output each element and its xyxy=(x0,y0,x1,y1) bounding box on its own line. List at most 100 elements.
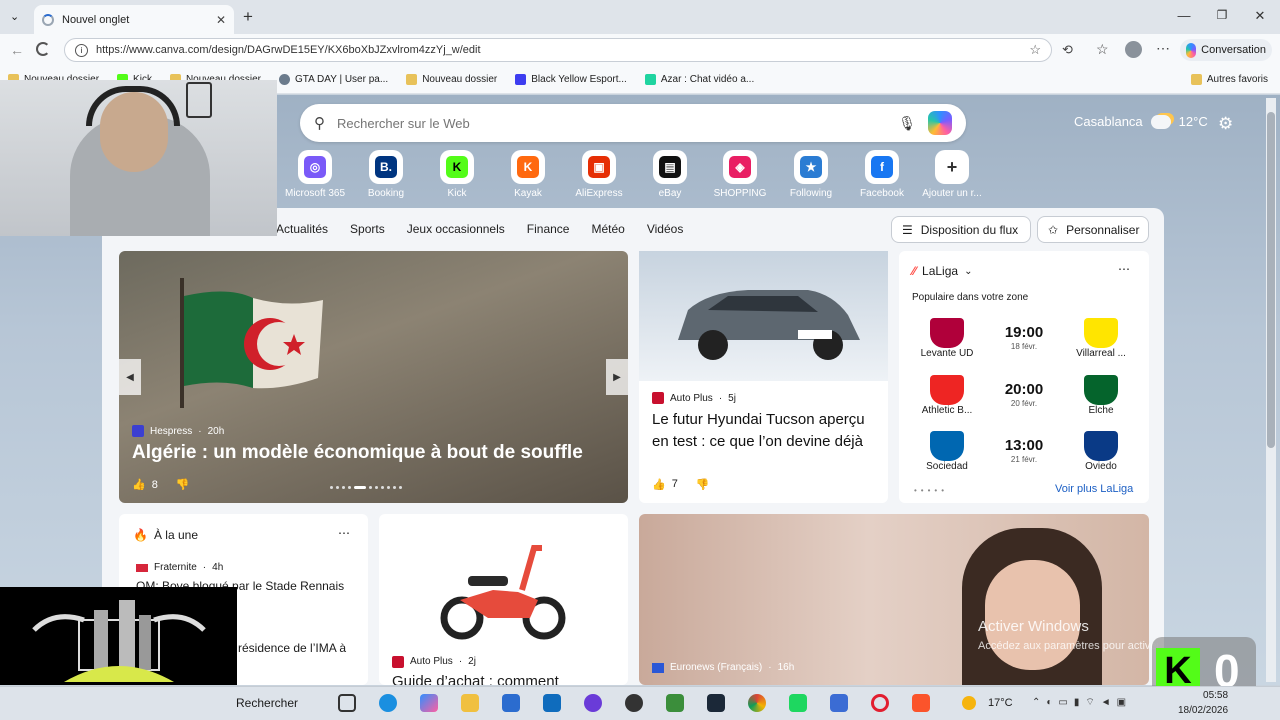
car-title[interactable]: Le futur Hyundai Tucson aperçu en test :… xyxy=(652,409,877,453)
microphone-icon[interactable]: 🎙 xyxy=(898,115,916,132)
task-view-icon[interactable] xyxy=(338,694,356,712)
feed-tab-jeux[interactable]: Jeux occasionnels xyxy=(407,222,505,236)
file-explorer-icon[interactable] xyxy=(461,694,479,712)
match-row[interactable]: Sociedad 13:00 21 févr. Oviedo xyxy=(912,427,1136,475)
following-star-icon: ★ xyxy=(800,156,822,178)
url-text[interactable]: https://www.canva.com/design/DAGrwDE15EY… xyxy=(96,44,1021,56)
window-close-icon[interactable]: ✕ xyxy=(1250,8,1270,24)
settings-gear-icon[interactable]: ⚙ xyxy=(1218,114,1233,134)
feed-nav: Actualités Sports Jeux occasionnels Fina… xyxy=(276,222,683,236)
weather-widget[interactable]: Casablanca 12°C xyxy=(1074,114,1208,129)
profile-avatar[interactable] xyxy=(1125,41,1142,58)
tab-new-tab[interactable]: Nouvel onglet ✕ xyxy=(34,5,234,34)
system-tray-icons[interactable]: ⌃◐▭▮⌔◄▣ xyxy=(1032,696,1132,709)
laliga-subtitle: Populaire dans votre zone xyxy=(912,292,1029,303)
taskbar-clock[interactable]: 05:58 18/02/2026 xyxy=(1178,688,1228,718)
match-row[interactable]: Levante UD 19:00 18 févr. Villarreal ... xyxy=(912,314,1136,362)
steam-icon[interactable] xyxy=(707,694,725,712)
chrome-icon[interactable] xyxy=(748,694,766,712)
feed-tab-sports[interactable]: Sports xyxy=(350,222,385,236)
hero-source: Hespress · 20h xyxy=(132,425,224,437)
maximize-icon[interactable]: ❐ xyxy=(1212,8,1232,22)
other-favorites[interactable]: Autres favoris xyxy=(1190,74,1268,85)
bookmark-item[interactable]: Black Yellow Esport... xyxy=(515,74,627,85)
tab-close-icon[interactable]: ✕ xyxy=(216,13,226,27)
sliders-icon: ☰ xyxy=(902,222,913,237)
quick-link-aliexpress[interactable]: ▣ AliExpress xyxy=(563,150,635,199)
feed-layout-button[interactable]: ☰ Disposition du flux xyxy=(891,216,1031,243)
quick-link-facebook[interactable]: f Facebook xyxy=(846,150,918,199)
facebook-icon: f xyxy=(871,156,893,178)
quick-link-microsoft-365[interactable]: ◎ Microsoft 365 xyxy=(279,150,351,199)
taskbar-weather[interactable]: 17°C xyxy=(988,697,1013,709)
favorite-star-icon[interactable]: ☆ xyxy=(1029,42,1041,58)
minimize-icon[interactable]: — xyxy=(1174,8,1194,23)
azar-icon xyxy=(644,74,656,85)
obs-icon[interactable] xyxy=(625,694,643,712)
mail-icon[interactable] xyxy=(543,694,561,712)
tab-actions-chevron-icon[interactable]: ⌄ xyxy=(10,10,19,23)
story-title[interactable]: résidence de l’IMA à xyxy=(238,641,346,655)
extensions-icon[interactable]: ⟲ xyxy=(1062,42,1073,58)
scrollbar-thumb[interactable] xyxy=(1267,112,1275,448)
store-icon[interactable] xyxy=(502,694,520,712)
app-icon[interactable] xyxy=(789,694,807,712)
oviedo-crest-icon xyxy=(1084,430,1118,461)
bookmark-item[interactable]: GTA DAY | User pa... xyxy=(279,74,388,85)
app-icon[interactable] xyxy=(830,694,848,712)
site-info-icon[interactable]: i xyxy=(75,43,88,57)
thumbs-down-icon[interactable]: 👎 xyxy=(696,478,710,491)
back-arrow-icon[interactable]: ← xyxy=(10,42,24,58)
quick-link-following[interactable]: ★ Following xyxy=(775,150,847,199)
quick-link-kayak[interactable]: K Kayak xyxy=(492,150,564,199)
favorites-icon[interactable]: ☆ xyxy=(1096,41,1109,58)
app-icon[interactable] xyxy=(584,694,602,712)
feed-tab-videos[interactable]: Vidéos xyxy=(647,222,683,236)
add-plus-icon: + xyxy=(941,156,963,178)
quick-link-booking[interactable]: B. Booking xyxy=(350,150,422,199)
hero-prev-arrow-icon[interactable]: ◀ xyxy=(119,359,141,395)
top-stories-header: 🔥 À la une xyxy=(133,528,198,542)
search-icon: ⚲ xyxy=(314,115,325,132)
more-menu-icon[interactable]: ⋯ xyxy=(1156,40,1170,57)
bookmark-item[interactable]: Nouveau dossier xyxy=(406,74,497,85)
brave-icon[interactable] xyxy=(912,694,930,712)
copilot-icon[interactable] xyxy=(928,111,952,135)
reload-icon[interactable] xyxy=(36,42,50,56)
quick-link-add[interactable]: + Ajouter un r... xyxy=(916,150,988,199)
algeria-flag-image xyxy=(180,278,323,408)
tab-title: Nouvel onglet xyxy=(62,13,130,26)
bookmark-item[interactable]: Azar : Chat vidéo a... xyxy=(644,74,754,85)
moto-title[interactable]: Guide d’achat : comment xyxy=(392,673,559,685)
folder-icon xyxy=(406,74,418,85)
app-icon[interactable] xyxy=(666,694,684,712)
copilot-taskbar-icon[interactable] xyxy=(420,694,438,712)
edge-icon[interactable] xyxy=(379,694,397,712)
conversation-button[interactable]: Conversation xyxy=(1180,39,1272,61)
hero-title[interactable]: Algérie : un modèle économique à bout de… xyxy=(132,442,583,464)
quick-link-ebay[interactable]: ▤ eBay xyxy=(634,150,706,199)
hero-next-arrow-icon[interactable]: ▶ xyxy=(606,359,628,395)
laliga-more-icon[interactable]: ⋯ xyxy=(1118,262,1130,276)
address-bar[interactable]: i https://www.canva.com/design/DAGrwDE15… xyxy=(64,38,1052,62)
hero-carousel-dots xyxy=(330,486,402,489)
villarreal-crest-icon xyxy=(1084,317,1118,348)
feed-tab-meteo[interactable]: Météo xyxy=(591,222,624,236)
search-input[interactable] xyxy=(337,115,887,131)
opera-icon[interactable] xyxy=(871,694,889,712)
quick-link-kick[interactable]: K Kick xyxy=(421,150,493,199)
thumbs-down-icon[interactable]: 👎 xyxy=(176,478,190,491)
laliga-see-more-link[interactable]: Voir plus LaLiga xyxy=(1055,483,1133,495)
feed-tab-actualites[interactable]: Actualités xyxy=(276,222,328,236)
top-stories-more-icon[interactable]: ⋯ xyxy=(338,526,350,540)
thumbs-up-icon[interactable]: 👍 xyxy=(652,478,666,491)
quick-link-shopping[interactable]: ◈ SHOPPING xyxy=(704,150,776,199)
thumbs-up-icon[interactable]: 👍 xyxy=(132,478,146,491)
feed-tab-finance[interactable]: Finance xyxy=(527,222,570,236)
web-search-box[interactable]: ⚲ 🎙 xyxy=(300,104,966,142)
taskbar-search[interactable]: Rechercher xyxy=(236,696,298,710)
laliga-header[interactable]: ⁄⁄ LaLiga ⌄ xyxy=(912,264,972,278)
personalize-button[interactable]: ✩ Personnaliser xyxy=(1037,216,1149,243)
new-tab-plus-icon[interactable]: + xyxy=(243,7,253,27)
match-row[interactable]: Athletic B... 20:00 20 févr. Elche xyxy=(912,371,1136,419)
